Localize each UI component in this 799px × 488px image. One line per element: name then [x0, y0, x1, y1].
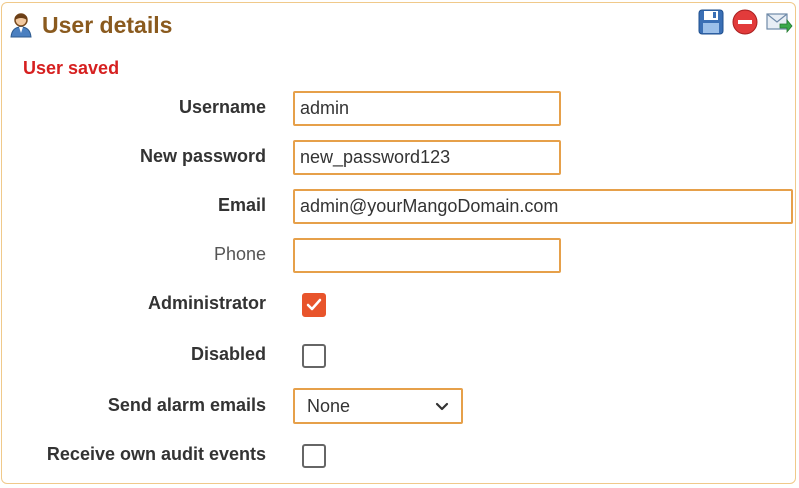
panel-title: User details [42, 11, 173, 38]
user-icon [8, 12, 34, 38]
administrator-label: Administrator [147, 293, 266, 313]
receive-own-audit-events-label: Receive own audit events [46, 444, 266, 464]
status-message: User saved [23, 58, 120, 78]
receive-own-audit-events-checkbox[interactable] [302, 444, 326, 468]
save-icon[interactable] [697, 8, 725, 36]
email-input[interactable] [293, 189, 793, 224]
panel-header: User details [8, 10, 172, 40]
phone-label: Phone [213, 244, 266, 264]
username-label: Username [178, 97, 266, 117]
phone-input[interactable] [293, 238, 561, 273]
send-email-icon[interactable] [765, 8, 793, 36]
send-alarm-emails-value: None [307, 395, 351, 416]
email-label: Email [217, 195, 266, 215]
administrator-checkbox[interactable] [302, 293, 326, 317]
send-alarm-emails-label: Send alarm emails [107, 395, 266, 415]
panel-toolbar [697, 8, 793, 36]
username-input[interactable] [293, 91, 561, 126]
send-alarm-emails-select[interactable]: None [293, 388, 463, 424]
disabled-label: Disabled [190, 344, 266, 364]
chevron-down-icon [435, 402, 449, 411]
delete-icon[interactable] [731, 8, 759, 36]
checkmark-icon [306, 298, 322, 311]
disabled-checkbox[interactable] [302, 344, 326, 368]
new-password-label: New password [139, 146, 266, 166]
new-password-input[interactable] [293, 140, 561, 175]
